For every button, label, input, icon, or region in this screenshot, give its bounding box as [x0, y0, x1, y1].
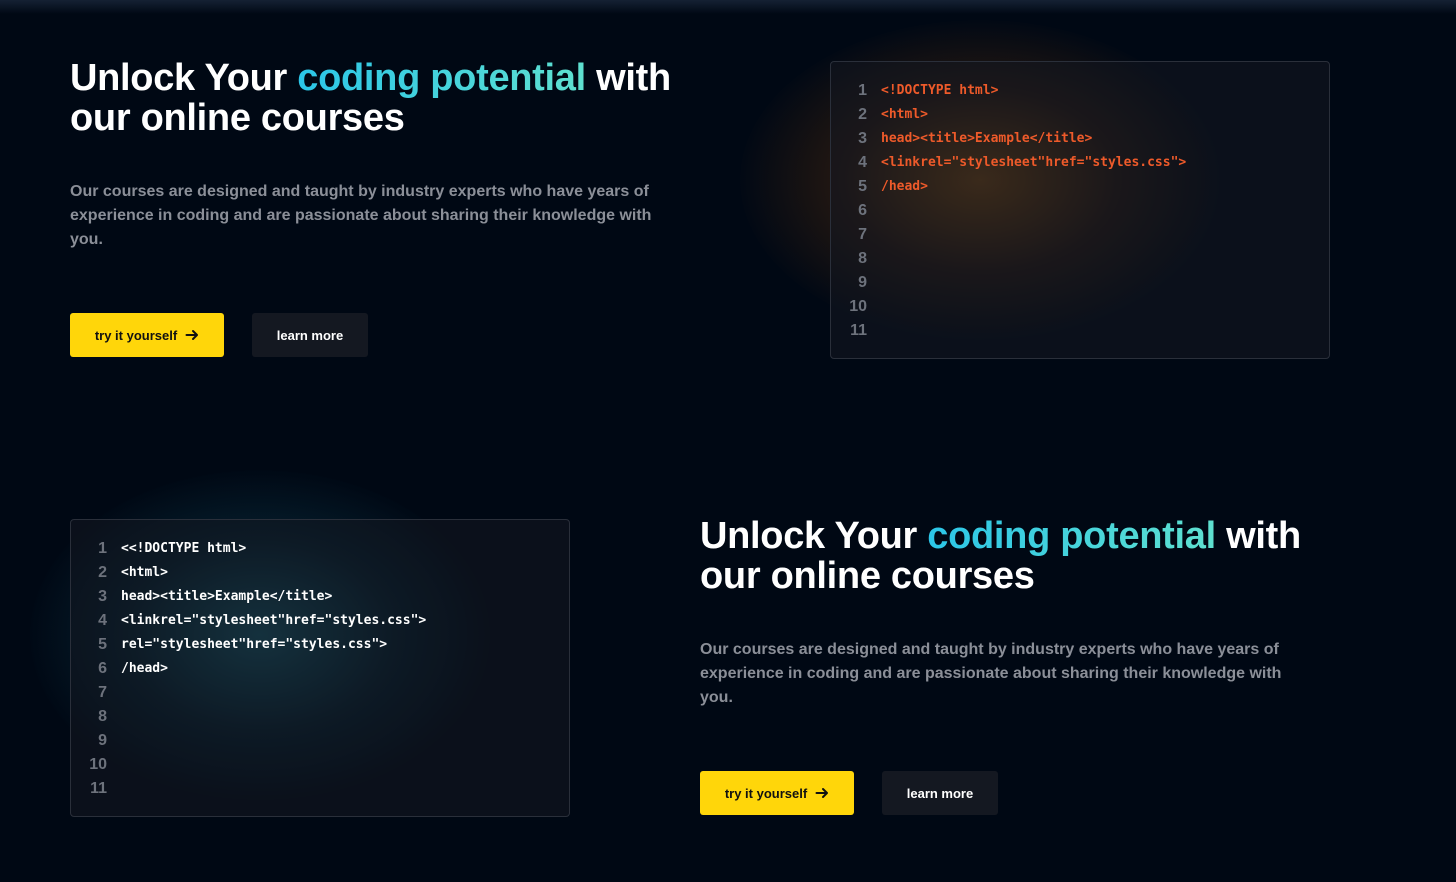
code-text: <html>	[121, 565, 168, 580]
code-text: /head>	[881, 179, 928, 194]
code-line: 6/head>	[71, 657, 569, 681]
code-line: 6	[831, 199, 1329, 223]
heading-suffix: with	[1215, 515, 1301, 557]
code-line: 5 rel="stylesheet"href="styles.css">	[71, 633, 569, 657]
line-number: 3	[858, 130, 867, 147]
code-line: 8	[831, 247, 1329, 271]
heading-prefix: Unlock Your	[700, 515, 928, 557]
line-number: 11	[850, 322, 867, 339]
code-text: <linkrel="stylesheet"href="styles.css">	[881, 155, 1187, 170]
code-line: 2 <html>	[71, 561, 569, 585]
heading-accent: coding potential	[297, 57, 586, 99]
line-number: 4	[858, 154, 867, 171]
code-line: 7	[71, 681, 569, 705]
learn-more-label: learn more	[276, 327, 344, 343]
heading-accent: coding potential	[927, 515, 1216, 557]
line-number: 2	[98, 564, 107, 581]
line-number: 10	[849, 298, 867, 315]
learn-more-label: learn more	[906, 785, 974, 801]
try-it-yourself-button[interactable]: try it yourself	[70, 313, 224, 357]
line-number: 2	[858, 106, 867, 123]
code-line: 10	[71, 753, 569, 777]
code-line: 5/head>	[831, 175, 1329, 199]
code-line: 2 <html>	[831, 103, 1329, 127]
code-text: /head>	[121, 661, 168, 676]
line-number: 5	[98, 636, 107, 653]
code-text: <<!DOCTYPE html>	[121, 541, 247, 556]
code-line: 4 <linkrel="stylesheet"href="styles.css">	[71, 609, 569, 633]
line-number: 8	[858, 250, 867, 267]
top-fade	[0, 0, 1456, 14]
hero-section-1: Unlock Your coding potential with our onl…	[70, 58, 680, 357]
line-number: 7	[98, 684, 107, 701]
button-row: try it yourself learn more	[70, 313, 680, 357]
code-text: <linkrel="stylesheet"href="styles.css">	[121, 613, 427, 628]
hero-description: Our courses are designed and taught by i…	[700, 641, 1282, 706]
line-number: 3	[98, 588, 107, 605]
heading-line2: our online courses	[70, 97, 405, 139]
code-line: 8	[71, 705, 569, 729]
code-line: 3 head><title>Example</title>	[71, 585, 569, 609]
code-text: head><title>Example</title>	[881, 131, 1093, 146]
code-line: 9	[831, 271, 1329, 295]
learn-more-button[interactable]: learn more	[252, 313, 368, 357]
line-number: 9	[98, 732, 107, 749]
line-number: 6	[98, 660, 107, 677]
heading-line2: our online courses	[700, 555, 1035, 597]
arrow-right-icon	[815, 788, 829, 798]
code-editor-2: 1 <<!DOCTYPE html> 2 <html> 3 head><title>Exa…	[70, 519, 570, 817]
code-line: 4 <linkrel="stylesheet"href="styles.css">	[831, 151, 1329, 175]
code-text: head><title>Example</title>	[121, 589, 333, 604]
code-editor-1: 1 <!DOCTYPE html> 2 <html> 3 head><title>Exam…	[830, 61, 1330, 359]
page: Unlock Your coding potential with our onl…	[0, 0, 1456, 882]
try-it-yourself-label: try it yourself	[94, 327, 178, 343]
code-line: 9	[71, 729, 569, 753]
code-line: 10	[831, 295, 1329, 319]
heading-suffix: with	[585, 57, 671, 99]
line-number: 6	[858, 202, 867, 219]
line-number: 7	[858, 226, 867, 243]
try-it-yourself-label: try it yourself	[724, 785, 808, 801]
line-number: 5	[858, 178, 867, 195]
code-text: <!DOCTYPE html>	[881, 83, 999, 98]
hero-section-2: Unlock Your coding potential with our onl…	[700, 516, 1310, 815]
button-row: try it yourself learn more	[700, 771, 1310, 815]
arrow-right-icon	[185, 330, 199, 340]
line-number: 9	[858, 274, 867, 291]
line-number: 8	[98, 708, 107, 725]
line-number: 11	[90, 780, 107, 797]
code-text: <html>	[881, 107, 928, 122]
code-text: rel="stylesheet"href="styles.css">	[121, 637, 388, 652]
try-it-yourself-button[interactable]: try it yourself	[700, 771, 854, 815]
learn-more-button[interactable]: learn more	[882, 771, 998, 815]
hero-heading: Unlock Your coding potential with our onl…	[70, 58, 680, 138]
line-number: 10	[89, 756, 107, 773]
code-line: 7	[831, 223, 1329, 247]
code-line: 11	[831, 319, 1329, 343]
line-number: 4	[98, 612, 107, 629]
heading-prefix: Unlock Your	[70, 57, 298, 99]
code-line: 1 <<!DOCTYPE html>	[71, 537, 569, 561]
code-line: 3 head><title>Example</title>	[831, 127, 1329, 151]
line-number: 1	[858, 82, 867, 99]
code-line: 11	[71, 777, 569, 801]
hero-description: Our courses are designed and taught by i…	[70, 183, 652, 248]
hero-heading: Unlock Your coding potential with our onl…	[700, 516, 1310, 596]
line-number: 1	[98, 540, 107, 557]
code-line: 1 <!DOCTYPE html>	[831, 79, 1329, 103]
